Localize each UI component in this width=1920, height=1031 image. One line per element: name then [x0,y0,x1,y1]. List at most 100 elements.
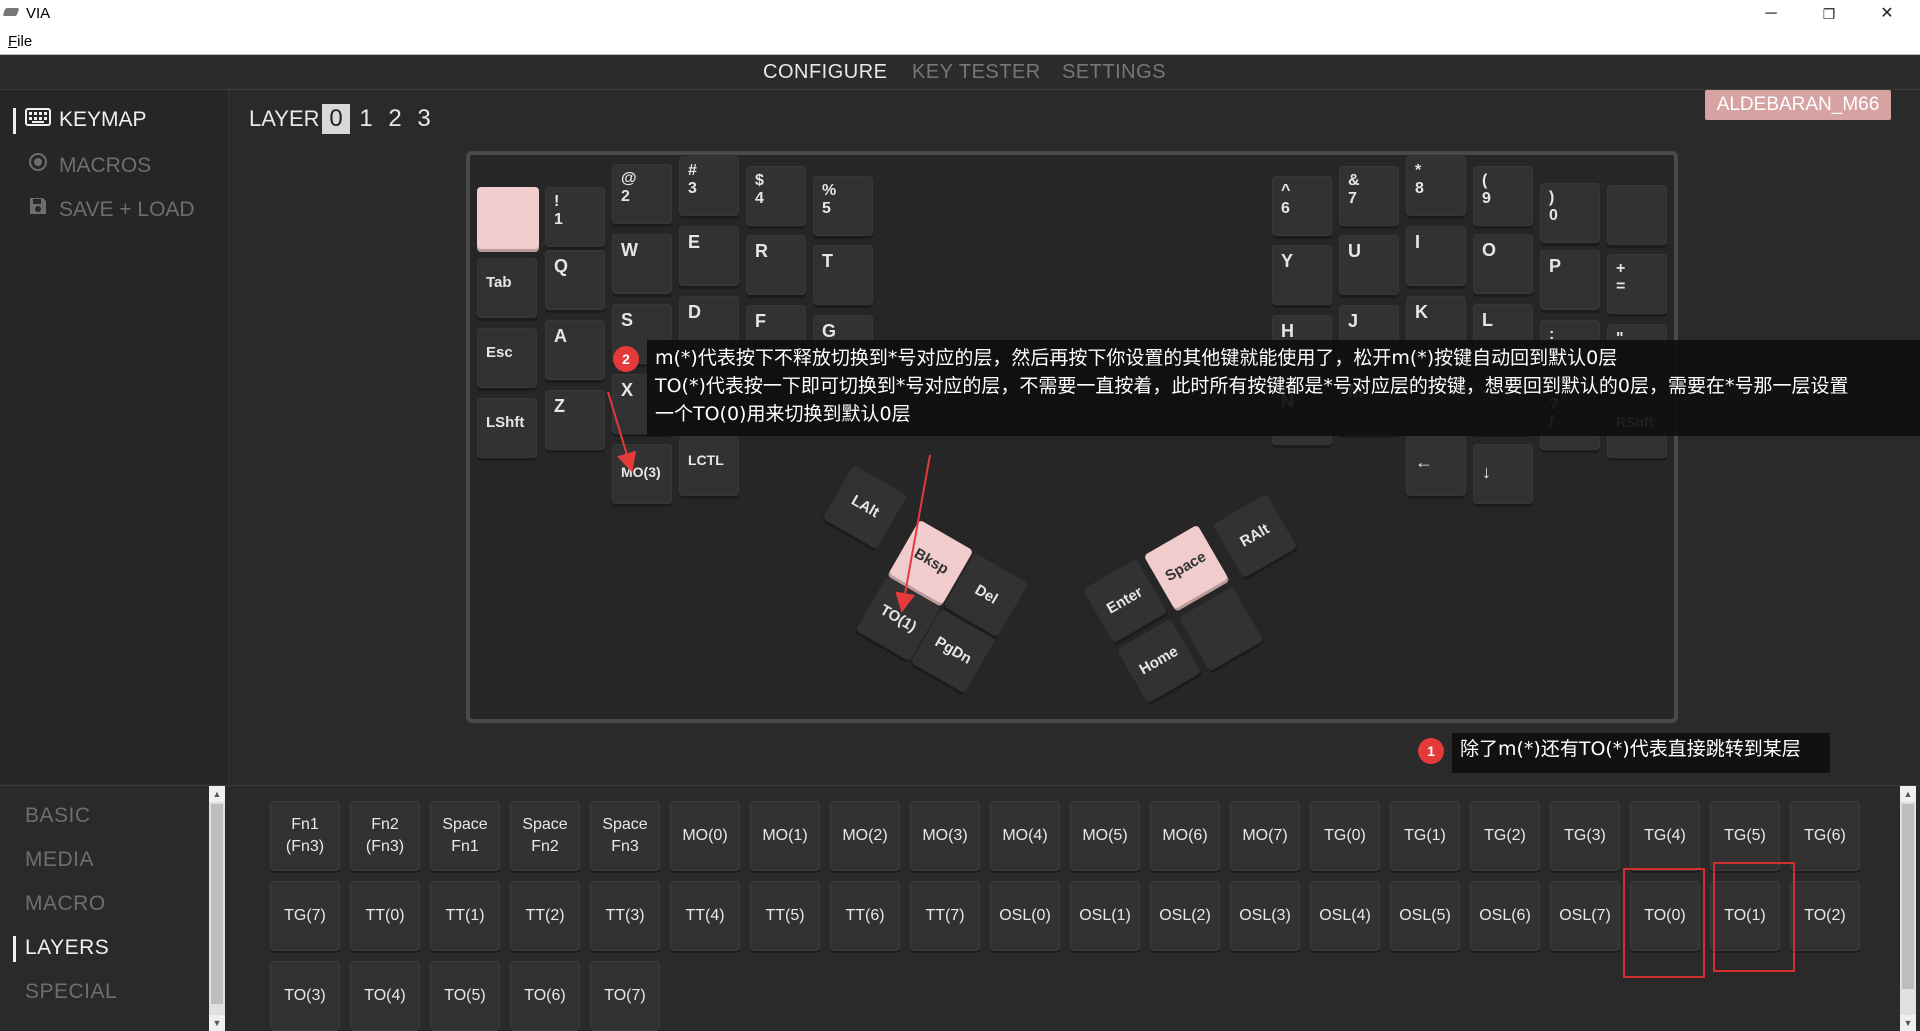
category-scrollbar[interactable]: ▲ ▼ [209,786,225,1031]
key-8[interactable]: * 8 [1406,156,1466,216]
key-tab[interactable]: Tab [477,258,537,318]
key-o[interactable]: O [1473,234,1533,294]
keycode-button-osl-2[interactable]: OSL(2) [1150,881,1220,951]
keycode-button-tg-4[interactable]: TG(4) [1630,801,1700,871]
scroll-thumb[interactable] [211,804,223,1004]
key-u[interactable]: U [1339,235,1399,295]
key-2[interactable]: @ 2 [612,164,672,224]
key-4[interactable]: $ 4 [746,166,806,226]
key-w[interactable]: W [612,234,672,294]
key-mo3[interactable]: MO(3) [612,444,672,504]
palette-scrollbar[interactable]: ▲ ▼ [1900,786,1916,1031]
maximize-button[interactable]: ❐ [1800,0,1858,28]
palette-scroll-down-arrow[interactable]: ▼ [1900,1015,1916,1031]
keycode-button-space-fn3[interactable]: Space Fn3 [590,801,660,871]
keycode-button-space-fn2[interactable]: Space Fn2 [510,801,580,871]
key-p[interactable]: P [1540,250,1600,310]
keycode-button-tg-7[interactable]: TG(7) [270,881,340,951]
key-9[interactable]: ( 9 [1473,166,1533,226]
keycode-button-tg-1[interactable]: TG(1) [1390,801,1460,871]
key-0[interactable]: ) 0 [1540,183,1600,243]
keycode-button-to-6[interactable]: TO(6) [510,961,580,1031]
keycode-button-tg-6[interactable]: TG(6) [1790,801,1860,871]
layer-3-button[interactable]: 3 [410,104,438,134]
keycode-button-osl-7[interactable]: OSL(7) [1550,881,1620,951]
key-equals[interactable]: + = [1607,254,1667,314]
layer-0-button[interactable]: 0 [322,104,350,134]
key-left-arrow[interactable]: ← [1406,436,1466,496]
scroll-down-arrow[interactable]: ▼ [209,1015,225,1031]
key-z[interactable]: Z [545,390,605,450]
keycode-button-to-4[interactable]: TO(4) [350,961,420,1031]
keycode-button-osl-3[interactable]: OSL(3) [1230,881,1300,951]
key-a[interactable]: A [545,320,605,380]
keycode-button-tg-3[interactable]: TG(3) [1550,801,1620,871]
key-lctl[interactable]: LCTL [679,436,739,496]
keycode-button-tg-2[interactable]: TG(2) [1470,801,1540,871]
key-down-arrow[interactable]: ↓ [1473,444,1533,504]
key-t[interactable]: T [813,245,873,305]
key-3[interactable]: # 3 [679,156,739,216]
keycode-button-osl-4[interactable]: OSL(4) [1310,881,1380,951]
category-macro[interactable]: MACRO [25,892,106,916]
keycode-button-tt-7[interactable]: TT(7) [910,881,980,951]
palette-scroll-up-arrow[interactable]: ▲ [1900,786,1916,802]
keycode-button-mo-6[interactable]: MO(6) [1150,801,1220,871]
minimize-button[interactable]: ─ [1742,0,1800,28]
close-button[interactable]: ✕ [1858,0,1916,28]
keycode-button-tg-0[interactable]: TG(0) [1310,801,1380,871]
key-blank-top-right[interactable] [1607,185,1667,245]
keycode-button-space-fn1[interactable]: Space Fn1 [430,801,500,871]
keycode-button-mo-1[interactable]: MO(1) [750,801,820,871]
keycode-button-to-3[interactable]: TO(3) [270,961,340,1031]
category-media[interactable]: MEDIA [25,848,94,872]
keycode-button-to-5[interactable]: TO(5) [430,961,500,1031]
keycode-button-osl-6[interactable]: OSL(6) [1470,881,1540,951]
keycode-button-mo-4[interactable]: MO(4) [990,801,1060,871]
sidebar-item-macros[interactable]: MACROS [25,152,151,178]
keycode-button-mo-0[interactable]: MO(0) [670,801,740,871]
keycode-button-to-7[interactable]: TO(7) [590,961,660,1031]
scroll-up-arrow[interactable]: ▲ [209,786,225,802]
sidebar-item-save-load[interactable]: SAVE + LOAD [25,196,195,222]
keycode-button-tt-3[interactable]: TT(3) [590,881,660,951]
key-e[interactable]: E [679,226,739,286]
keycode-button-osl-1[interactable]: OSL(1) [1070,881,1140,951]
keycode-button-mo-2[interactable]: MO(2) [830,801,900,871]
keycode-button-mo-5[interactable]: MO(5) [1070,801,1140,871]
tab-configure[interactable]: CONFIGURE [763,61,888,84]
keycode-button-mo-3[interactable]: MO(3) [910,801,980,871]
keycode-button-tt-0[interactable]: TT(0) [350,881,420,951]
keycode-button-osl-5[interactable]: OSL(5) [1390,881,1460,951]
key-6[interactable]: ^ 6 [1272,176,1332,236]
key-q[interactable]: Q [545,250,605,310]
keycode-button-tg-5[interactable]: TG(5) [1710,801,1780,871]
keycode-button-tt-5[interactable]: TT(5) [750,881,820,951]
key-esc[interactable]: Esc [477,328,537,388]
tab-key-tester[interactable]: KEY TESTER [912,61,1041,84]
key-r[interactable]: R [746,235,806,295]
tab-settings[interactable]: SETTINGS [1062,61,1166,84]
key-5[interactable]: % 5 [813,176,873,236]
key-7[interactable]: & 7 [1339,166,1399,226]
menu-file[interactable]: File [8,33,32,50]
category-basic[interactable]: BASIC [25,804,91,828]
keycode-button-fn2-fn3[interactable]: Fn2 (Fn3) [350,801,420,871]
layer-2-button[interactable]: 2 [381,104,409,134]
key-esc-top[interactable] [477,187,539,249]
keycode-button-fn1-fn3[interactable]: Fn1 (Fn3) [270,801,340,871]
layer-1-button[interactable]: 1 [352,104,380,134]
key-lshft[interactable]: LShft [477,398,537,458]
keycode-button-tt-2[interactable]: TT(2) [510,881,580,951]
keycode-button-to-2[interactable]: TO(2) [1790,881,1860,951]
key-i[interactable]: I [1406,226,1466,286]
keycode-button-tt-1[interactable]: TT(1) [430,881,500,951]
category-layers[interactable]: LAYERS [25,936,109,960]
keycode-button-mo-7[interactable]: MO(7) [1230,801,1300,871]
key-1[interactable]: ! 1 [545,187,605,247]
sidebar-item-keymap[interactable]: KEYMAP [25,108,147,132]
category-special[interactable]: SPECIAL [25,980,117,1004]
keycode-button-tt-6[interactable]: TT(6) [830,881,900,951]
key-y[interactable]: Y [1272,245,1332,305]
keycode-button-tt-4[interactable]: TT(4) [670,881,740,951]
